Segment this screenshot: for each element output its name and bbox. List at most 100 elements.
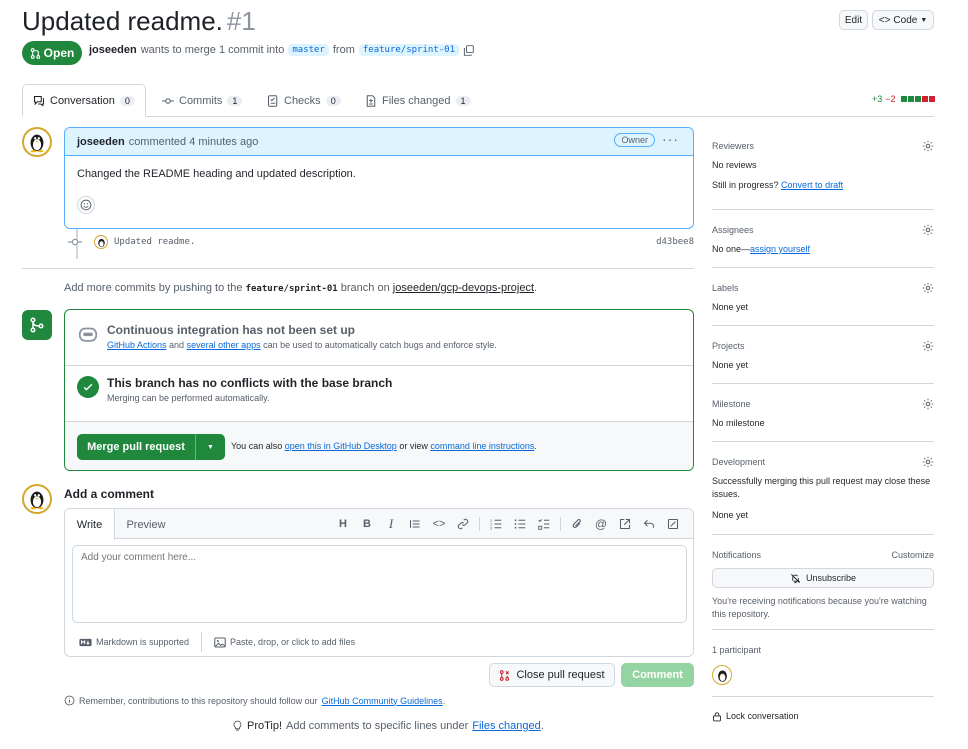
sidebar-heading[interactable]: Reviewers (712, 141, 754, 151)
protip: ProTip! Add comments to specific lines u… (232, 720, 544, 732)
heading-icon[interactable]: H (331, 515, 355, 533)
commit-sha[interactable]: d43bee8 (656, 237, 694, 247)
footer-divider (201, 632, 203, 652)
customize-link[interactable]: Customize (891, 550, 934, 560)
command-line-link[interactable]: command line instructions (430, 441, 534, 451)
lock-label[interactable]: Lock conversation (726, 711, 799, 721)
comment-submit-button[interactable]: Comment (621, 663, 694, 687)
sidebar-milestone: Milestone No milestone (712, 397, 934, 430)
diff-additions: +3 (872, 94, 883, 104)
pr-state-badge: Open (22, 41, 82, 65)
diffstat: +3 −2 (872, 94, 935, 104)
gear-icon[interactable] (922, 456, 934, 468)
markdown-note[interactable]: Markdown is supported (96, 637, 189, 647)
comment-textarea[interactable] (72, 545, 687, 623)
tab-preview[interactable]: Preview (115, 509, 177, 540)
edit-button[interactable]: Edit (839, 10, 868, 30)
italic-icon[interactable]: I (379, 515, 403, 533)
sidebar-participants: 1 participant (712, 643, 934, 685)
kebab-menu-icon[interactable]: ··· (662, 131, 679, 147)
diff-deletions: −2 (885, 94, 896, 104)
tab-label: Files changed (382, 94, 451, 107)
sidebar-divider (712, 267, 934, 268)
community-guidelines-link[interactable]: GitHub Community Guidelines (322, 696, 443, 706)
tab-commits[interactable]: Commits 1 (152, 84, 252, 117)
tab-label: Checks (284, 94, 321, 107)
commit-author-avatar[interactable] (94, 235, 108, 249)
gear-icon[interactable] (922, 282, 934, 294)
development-description: Successfully merging this pull request m… (712, 476, 931, 499)
add-reaction-button[interactable] (77, 196, 95, 214)
cross-reference-icon[interactable] (613, 515, 637, 533)
diffstat-bar (900, 96, 935, 102)
close-pull-request-button[interactable]: Close pull request (489, 663, 615, 687)
tab-write[interactable]: Write (65, 509, 115, 540)
guideline-text: . (442, 695, 446, 706)
open-desktop-link[interactable]: open this in GitHub Desktop (285, 441, 397, 451)
sidebar-heading[interactable]: Assignees (712, 225, 754, 235)
fullscreen-icon[interactable] (661, 515, 685, 533)
task-list-icon[interactable] (532, 515, 556, 533)
lock-conversation[interactable]: Lock conversation (712, 709, 934, 723)
link-icon[interactable] (451, 515, 475, 533)
other-apps-link[interactable]: several other apps (187, 340, 261, 350)
tab-files-changed[interactable]: Files changed 1 (355, 84, 481, 117)
sidebar-heading[interactable]: Labels (712, 283, 739, 293)
attach-files-note[interactable]: Paste, drop, or click to add files (230, 637, 355, 647)
tab-checks[interactable]: Checks 0 (257, 84, 351, 117)
gear-icon[interactable] (922, 140, 934, 152)
gear-icon[interactable] (922, 340, 934, 352)
conflict-status-row: This branch has no conflicts with the ba… (65, 376, 693, 403)
sidebar-heading[interactable]: Projects (712, 341, 745, 351)
sidebar-divider (712, 325, 934, 326)
base-branch[interactable]: master (288, 44, 329, 56)
code-icon: <> (878, 14, 891, 26)
github-actions-link[interactable]: GitHub Actions (107, 340, 167, 350)
reply-icon[interactable] (637, 515, 661, 533)
editor-footer: Markdown is supported Paste, drop, or cl… (65, 627, 693, 656)
repo-link[interactable]: joseeden/gcp-devops-project (393, 282, 534, 294)
author-link[interactable]: joseeden (89, 44, 137, 56)
mention-icon[interactable]: @ (589, 515, 613, 533)
commit-message[interactable]: Updated readme. (114, 237, 195, 247)
quote-icon[interactable] (403, 515, 427, 533)
code-button[interactable]: <> Code ▼ (872, 10, 934, 30)
ordered-list-icon[interactable]: 123 (484, 515, 508, 533)
copy-icon[interactable] (463, 44, 474, 56)
sidebar-heading[interactable]: Development (712, 457, 765, 467)
bold-icon[interactable]: B (355, 515, 379, 533)
unsubscribe-button[interactable]: Unsubscribe (712, 568, 934, 588)
merge-footer: Merge pull request ▼ You can also open t… (65, 422, 693, 470)
files-changed-link[interactable]: Files changed (472, 720, 541, 732)
section-divider (22, 268, 694, 269)
head-branch[interactable]: feature/sprint-01 (358, 44, 459, 56)
merge-alt-text: You can also (231, 441, 283, 451)
merge-summary: joseeden wants to merge 1 commit into ma… (89, 44, 474, 56)
sidebar-heading[interactable]: Milestone (712, 399, 751, 409)
avatar[interactable] (22, 127, 52, 157)
conflict-title: This branch has no conflicts with the ba… (107, 376, 393, 390)
gear-icon[interactable] (922, 398, 934, 410)
push-note-text: branch on (340, 282, 390, 294)
reviewers-value: No reviews (712, 160, 757, 170)
gear-icon[interactable] (922, 224, 934, 236)
image-icon (214, 636, 226, 648)
tab-conversation[interactable]: Conversation 0 (22, 84, 146, 117)
participant-avatar[interactable] (712, 665, 732, 685)
unordered-list-icon[interactable] (508, 515, 532, 533)
milestone-value: No milestone (712, 418, 765, 428)
paperclip-icon[interactable] (565, 515, 589, 533)
sidebar-heading: Notifications (712, 550, 762, 560)
code-icon[interactable]: <> (427, 515, 451, 533)
convert-to-draft-link[interactable]: Convert to draft (781, 180, 843, 190)
sidebar-reviewers: Reviewers No reviews Still in progress? … (712, 139, 934, 192)
current-user-avatar[interactable] (22, 484, 52, 514)
tux-avatar-icon (30, 134, 44, 153)
merge-button-label[interactable]: Merge pull request (77, 441, 195, 453)
assign-yourself-link[interactable]: assign yourself (750, 244, 810, 254)
merge-alt-text: . (534, 441, 537, 451)
comment-time[interactable]: commented 4 minutes ago (129, 136, 259, 148)
merge-pull-request-button[interactable]: Merge pull request ▼ (77, 434, 225, 460)
comment-author[interactable]: joseeden (77, 136, 125, 148)
merge-options-dropdown[interactable]: ▼ (195, 434, 225, 460)
